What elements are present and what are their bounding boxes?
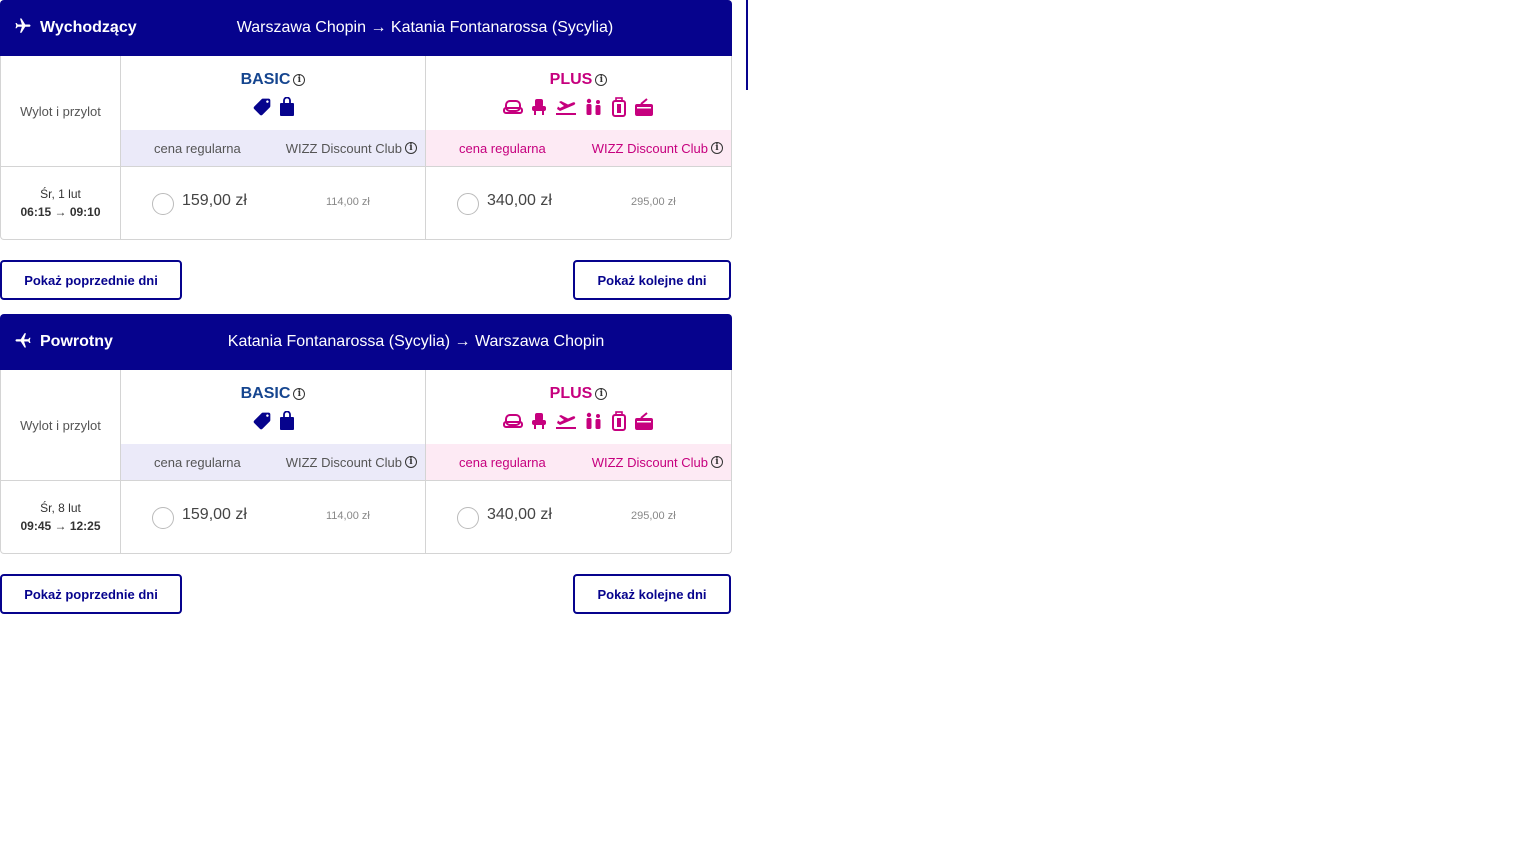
basic-bundle-header: BASIC i cena regularna WIZZ Discount Club… (121, 56, 426, 167)
tag-icon (252, 97, 272, 117)
flight-date-time: Śr, 8 lut 09:45 → 12:25 (1, 481, 121, 553)
checked-bag-icon (634, 411, 654, 431)
direction: Powrotny (0, 331, 113, 354)
info-icon[interactable]: i (405, 142, 417, 154)
next-days-button[interactable]: Pokaż kolejne dni (573, 260, 731, 300)
tag-icon (252, 411, 272, 431)
basic-fare-radio[interactable] (152, 507, 174, 529)
flight-header: Wychodzący Warszawa Chopin → Katania Fon… (0, 0, 732, 56)
club-label: WIZZ Discount Club (591, 140, 708, 156)
direction-label: Wychodzący (40, 19, 137, 36)
plus-fare-radio[interactable] (457, 193, 479, 215)
armchair-icon (530, 98, 548, 116)
fare-table: Wylot i przylot BASIC i cena regularna WI… (0, 370, 732, 554)
flight-times: 09:45 → 12:25 (20, 519, 101, 533)
flight-date: Śr, 8 lut (40, 501, 81, 515)
row-label: Wylot i przylot (1, 56, 121, 167)
plus-fare-radio[interactable] (457, 507, 479, 529)
basic-price: 159,00 zł (182, 506, 247, 523)
trolley-bag-icon (611, 97, 627, 117)
trolley-bag-icon (611, 411, 627, 431)
info-icon[interactable]: i (711, 142, 723, 154)
regular-price-label: cena regularna (459, 454, 546, 470)
takeoff-icon (555, 98, 577, 116)
bundle-name-basic: BASIC (240, 71, 291, 88)
regular-price-label: cena regularna (459, 140, 546, 156)
seat-icon (503, 98, 523, 116)
plane-departure-icon (14, 17, 40, 40)
basic-fare-option[interactable]: 159,00 zł 114,00 zł (121, 167, 426, 239)
bundle-name-plus: PLUS (549, 385, 593, 402)
info-icon[interactable]: i (711, 456, 723, 468)
regular-price-label: cena regularna (154, 140, 241, 156)
basic-price: 159,00 zł (182, 192, 247, 209)
info-icon[interactable]: i (595, 388, 608, 400)
basic-club-price: 114,00 zł (326, 510, 370, 522)
flight-times: 06:15 → 09:10 (20, 205, 101, 219)
bag-icon (279, 97, 295, 117)
day-navigation: Pokaż poprzednie dni Pokaż kolejne dni (0, 574, 732, 614)
basic-club-price: 114,00 zł (326, 196, 370, 208)
flight-header: Powrotny Katania Fontanarossa (Sycylia) … (0, 314, 732, 370)
club-label: WIZZ Discount Club (591, 454, 708, 470)
bundle-name-basic: BASIC (240, 385, 291, 402)
previous-days-button[interactable]: Pokaż poprzednie dni (0, 574, 182, 614)
info-icon[interactable]: i (293, 74, 306, 86)
basic-bundle-header: BASIC i cena regularna WIZZ Discount Club… (121, 370, 426, 481)
outbound-flight-section: Wychodzący Warszawa Chopin → Katania Fon… (0, 0, 732, 300)
plus-bundle-header: PLUS i cena regularna WIZZ Discount Club i (426, 370, 731, 481)
previous-days-button[interactable]: Pokaż poprzednie dni (0, 260, 182, 300)
direction-label: Powrotny (40, 333, 113, 350)
plus-club-price: 295,00 zł (631, 510, 676, 522)
checked-bag-icon (634, 97, 654, 117)
divider-line (746, 0, 748, 90)
fare-table: Wylot i przylot BASIC i cena regularna WI… (0, 56, 732, 240)
flight-date-time: Śr, 1 lut 06:15 → 09:10 (1, 167, 121, 239)
basic-fare-radio[interactable] (152, 193, 174, 215)
bag-icon (279, 411, 295, 431)
plus-club-price: 295,00 zł (631, 196, 676, 208)
club-label: WIZZ Discount Club (285, 140, 402, 156)
next-days-button[interactable]: Pokaż kolejne dni (573, 574, 731, 614)
family-icon (584, 412, 604, 430)
basic-fare-option[interactable]: 159,00 zł 114,00 zł (121, 481, 426, 553)
row-label: Wylot i przylot (1, 370, 121, 481)
plus-price: 340,00 zł (487, 192, 552, 209)
club-label: WIZZ Discount Club (285, 454, 402, 470)
plus-bundle-header: PLUS i cena regularna WIZZ Discount Club i (426, 56, 731, 167)
info-icon[interactable]: i (405, 456, 417, 468)
bundle-name-plus: PLUS (549, 71, 593, 88)
info-icon[interactable]: i (595, 74, 608, 86)
armchair-icon (530, 412, 548, 430)
regular-price-label: cena regularna (154, 454, 241, 470)
plus-fare-option[interactable]: 340,00 zł 295,00 zł (426, 481, 731, 553)
takeoff-icon (555, 412, 577, 430)
day-navigation: Pokaż poprzednie dni Pokaż kolejne dni (0, 260, 732, 300)
plus-fare-option[interactable]: 340,00 zł 295,00 zł (426, 167, 731, 239)
flight-date: Śr, 1 lut (40, 187, 81, 201)
direction: Wychodzący (0, 17, 137, 40)
info-icon[interactable]: i (293, 388, 306, 400)
seat-icon (503, 412, 523, 430)
return-flight-section: Powrotny Katania Fontanarossa (Sycylia) … (0, 314, 732, 614)
family-icon (584, 98, 604, 116)
plus-price: 340,00 zł (487, 506, 552, 523)
plane-arrival-icon (14, 331, 40, 354)
